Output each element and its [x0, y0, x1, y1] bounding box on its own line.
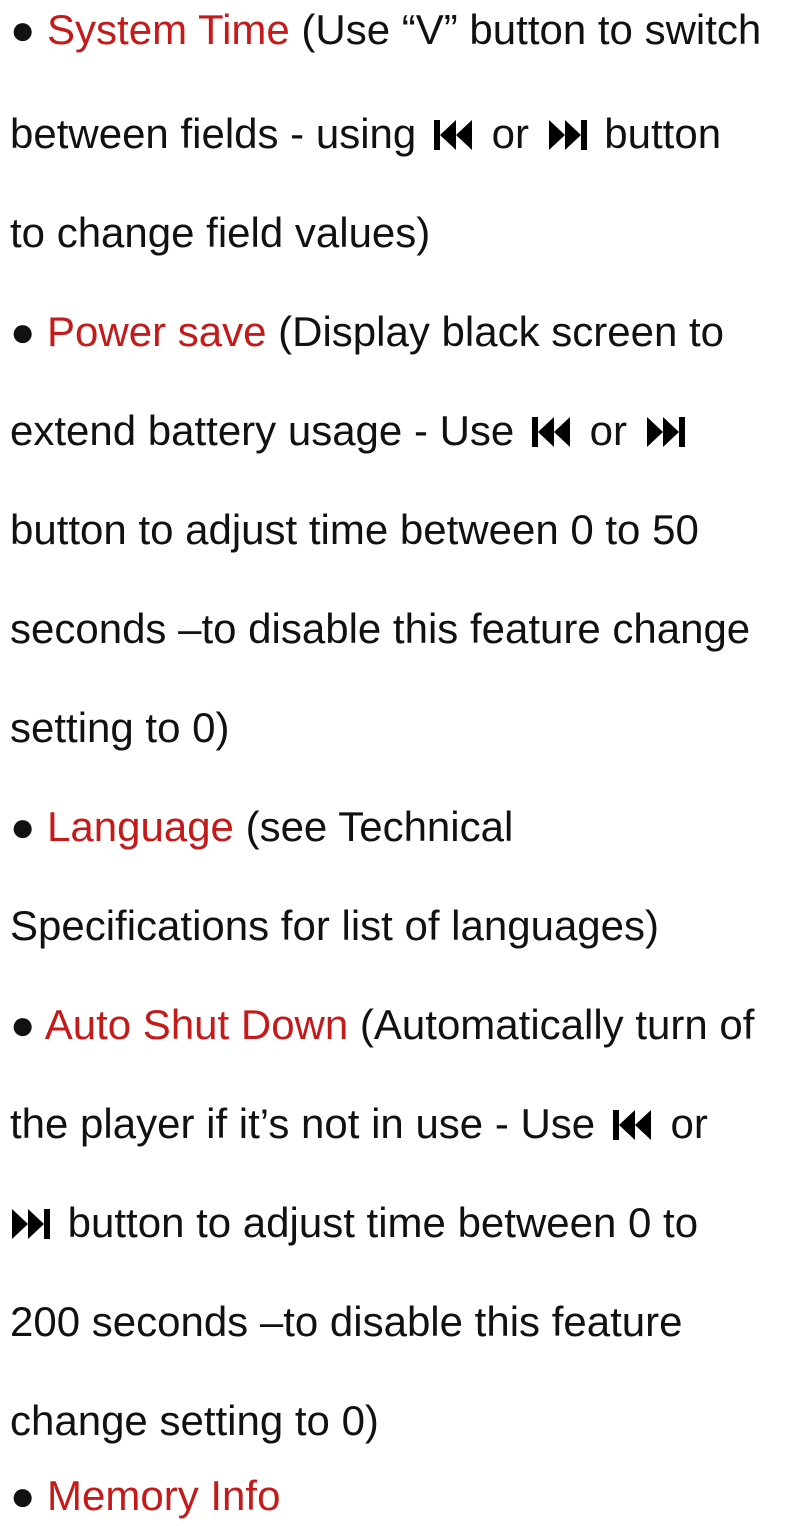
system-time-line-2: between fields - using or button — [10, 104, 721, 164]
auto-shut-down-text-2a: the player if it’s not in use - Use — [10, 1100, 596, 1147]
power-save-line-2: extend battery usage - Use or — [10, 401, 691, 461]
power-save-text-1: (Display black screen to — [266, 308, 724, 355]
system-time-text-2a: between fields - using — [10, 110, 417, 157]
language-text-2: Specifications for list of languages) — [10, 902, 660, 949]
manual-page: ● System Time (Use “V” button to switch … — [0, 0, 796, 1519]
bullet-icon: ● — [10, 1001, 36, 1048]
power-save-text-3: button to adjust time between 0 to 50 — [10, 506, 699, 553]
power-save-term: Power save — [47, 308, 267, 355]
skip-next-icon — [547, 118, 587, 152]
power-save-line-1: ● Power save (Display black screen to — [10, 302, 724, 362]
auto-shut-down-text-2b: or — [670, 1100, 708, 1147]
auto-shut-down-line-2: the player if it’s not in use - Use or — [10, 1094, 708, 1154]
language-term: Language — [47, 803, 234, 850]
system-time-text-1: (Use “V” button to switch — [289, 6, 762, 53]
auto-shut-down-line-3: button to adjust time between 0 to — [10, 1193, 698, 1253]
auto-shut-down-text-4: 200 seconds –to disable this feature — [10, 1298, 683, 1345]
auto-shut-down-line-5: change setting to 0) — [10, 1391, 379, 1451]
skip-next-icon — [10, 1207, 50, 1241]
system-time-text-2c: button — [604, 110, 722, 157]
skip-next-icon — [645, 415, 685, 449]
bullet-icon: ● — [10, 1472, 36, 1519]
power-save-text-2b: or — [589, 407, 627, 454]
system-time-line-1: ● System Time (Use “V” button to switch — [10, 0, 761, 60]
auto-shut-down-text-5: change setting to 0) — [10, 1397, 379, 1444]
skip-previous-icon — [433, 118, 474, 152]
system-time-text-3: to change field values) — [10, 209, 431, 256]
skip-previous-icon — [612, 1108, 653, 1142]
skip-previous-icon — [531, 415, 572, 449]
language-line-1: ● Language (see Technical — [10, 797, 513, 857]
power-save-line-3: button to adjust time between 0 to 50 — [10, 500, 699, 560]
system-time-line-3: to change field values) — [10, 203, 430, 263]
memory-info-term: Memory Info — [47, 1472, 281, 1519]
auto-shut-down-line-4: 200 seconds –to disable this feature — [10, 1292, 682, 1352]
power-save-line-5: setting to 0) — [10, 698, 229, 758]
power-save-text-5: setting to 0) — [10, 704, 230, 751]
auto-shut-down-line-1: ● Auto Shut Down (Automatically turn of — [10, 995, 754, 1055]
system-time-text-2b: or — [491, 110, 529, 157]
bullet-icon: ● — [10, 308, 36, 355]
auto-shut-down-term: Auto Shut Down — [44, 1001, 349, 1048]
auto-shut-down-text-1: (Automatically turn of — [348, 1001, 755, 1048]
power-save-line-4: seconds –to disable this feature change — [10, 599, 750, 659]
bullet-icon: ● — [10, 803, 36, 850]
language-line-2: Specifications for list of languages) — [10, 896, 659, 956]
auto-shut-down-text-3: button to adjust time between 0 to — [67, 1199, 699, 1246]
power-save-text-4: seconds –to disable this feature change — [10, 605, 751, 652]
language-text-1: (see Technical — [233, 803, 514, 850]
system-time-term: System Time — [47, 6, 290, 53]
memory-info-line-1: ● Memory Info — [10, 1466, 280, 1526]
bullet-icon: ● — [10, 6, 36, 53]
power-save-text-2a: extend battery usage - Use — [10, 407, 515, 454]
